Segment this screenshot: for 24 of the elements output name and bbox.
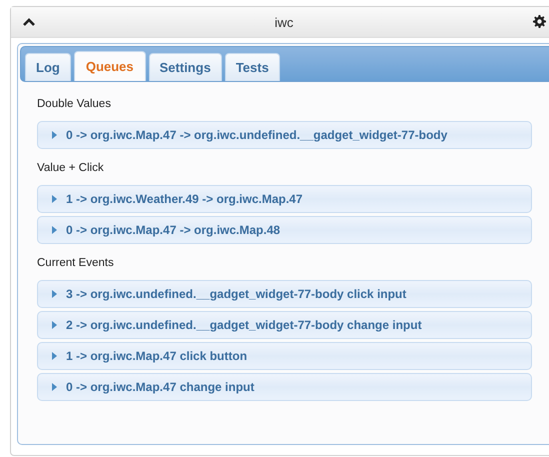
queue-item[interactable]: 0 -> org.iwc.Map.47 -> org.iwc.Map.48 (37, 216, 532, 244)
queue-item[interactable]: 1 -> org.iwc.Weather.49 -> org.iwc.Map.47 (37, 185, 532, 213)
item-text: 1 -> org.iwc.Map.47 click button (66, 349, 248, 363)
item-text: 3 -> org.iwc.undefined.__gadget_widget-77-body click input (66, 287, 406, 301)
section-heading: Current Events (37, 257, 115, 269)
tab[interactable]: Tests (224, 53, 280, 81)
queue-item[interactable]: 0 -> org.iwc.Map.47 change input (37, 373, 532, 401)
item-text: 0 -> org.iwc.Map.47 change input (66, 380, 254, 394)
queue-item[interactable]: 1 -> org.iwc.Map.47 click button (37, 342, 532, 370)
section-heading: Double Values (37, 98, 112, 110)
item-text: 0 -> org.iwc.Map.47 -> org.iwc.Map.48 (66, 223, 280, 237)
window-title: iwc (274, 14, 294, 30)
settings-icon[interactable] (533, 15, 546, 28)
queue-item[interactable]: 0 -> org.iwc.Map.47 -> org.iwc.undefined.__gadget_widget-77-body (37, 121, 532, 149)
queue-item[interactable]: 3 -> org.iwc.undefined.__gadget_widget-77-body click input (37, 280, 532, 308)
collapse-icon[interactable] (23, 18, 35, 26)
tab[interactable]: Settings (148, 53, 222, 81)
section-heading: Value + Click (37, 162, 105, 174)
tab[interactable]: Log (25, 53, 71, 81)
item-text: 0 -> org.iwc.Map.47 -> org.iwc.undefined.__gadget_widget-77-body (66, 128, 448, 142)
tab[interactable]: Queues (74, 51, 146, 81)
queue-item[interactable]: 2 -> org.iwc.undefined.__gadget_widget-77-body change input (37, 311, 532, 339)
item-text: 1 -> org.iwc.Weather.49 -> org.iwc.Map.47 (66, 192, 303, 206)
item-text: 2 -> org.iwc.undefined.__gadget_widget-77-body change input (66, 318, 422, 332)
